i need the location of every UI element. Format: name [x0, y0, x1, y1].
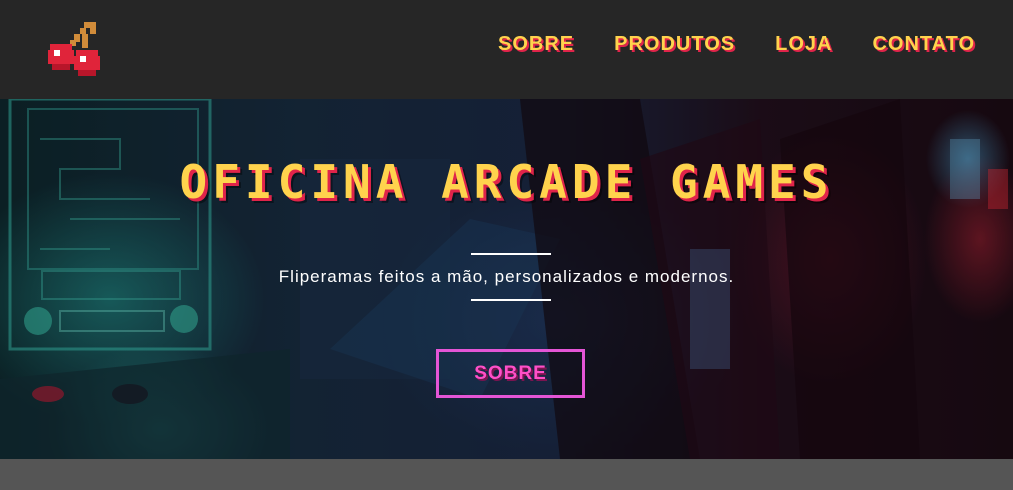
title-divider-top	[471, 253, 551, 255]
sobre-button[interactable]: SOBRE	[436, 349, 585, 398]
nav-link-loja[interactable]: LOJA	[775, 33, 832, 56]
nav-link-produtos[interactable]: PRODUTOS	[614, 33, 735, 56]
title-divider-bottom	[471, 299, 551, 301]
hero-tagline: Fliperamas feitos a mão, personalizados …	[278, 267, 735, 286]
top-navigation-bar: SOBRE PRODUTOS LOJA CONTATO	[0, 0, 1013, 99]
cherry-logo-icon[interactable]	[46, 20, 108, 78]
nav-link-contato[interactable]: CONTATO	[872, 33, 975, 56]
hero-banner: OFICINA ARCADE GAMES Fliperamas feitos a…	[0, 99, 1013, 459]
main-nav: SOBRE PRODUTOS LOJA CONTATO	[498, 33, 975, 56]
cherry-icon	[48, 22, 100, 76]
hero-title: OFICINA ARCADE GAMES	[179, 155, 834, 209]
nav-link-sobre[interactable]: SOBRE	[498, 33, 574, 56]
section-divider-strip	[0, 459, 1013, 490]
